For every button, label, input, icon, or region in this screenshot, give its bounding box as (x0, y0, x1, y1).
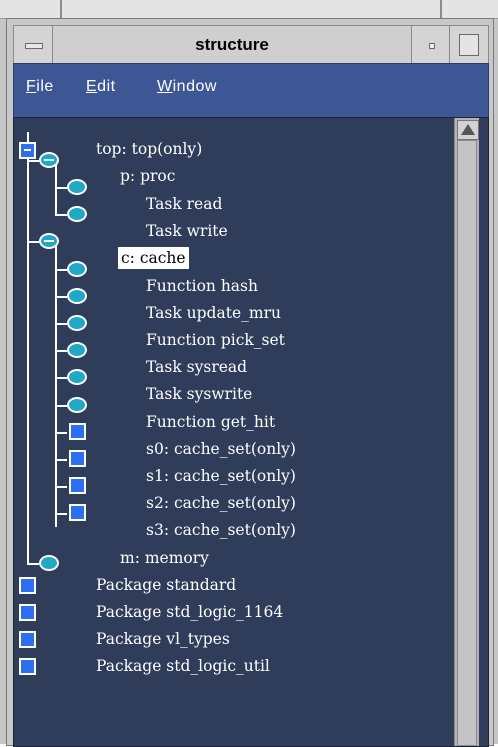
tree-node-task-update-mru[interactable]: Task update_mru (146, 302, 281, 324)
function-icon (67, 315, 87, 331)
tree-node-s0[interactable]: s0: cache_set(only) (146, 438, 296, 460)
scroll-up-button[interactable] (457, 120, 479, 140)
minimize-button[interactable] (411, 26, 450, 64)
title-bar[interactable]: structure (13, 25, 489, 65)
tree-node-s3[interactable]: s3: cache_set(only) (146, 519, 296, 541)
tree-node-function-hash[interactable]: Function hash (146, 275, 258, 297)
tree-connector (55, 377, 67, 379)
tree-node-s2[interactable]: s2: cache_set(only) (146, 492, 296, 514)
window-menu-button[interactable] (14, 26, 53, 64)
window-title: structure (195, 35, 269, 54)
tree-connector (55, 241, 57, 527)
collapse-toggle-icon[interactable] (39, 152, 59, 168)
vertical-scrollbar[interactable] (454, 118, 479, 746)
tree-node-function-pick-set[interactable]: Function pick_set (146, 329, 285, 351)
structure-window: structure File Edit Window top: top(only… (6, 18, 494, 747)
tree-node-cache[interactable]: c: cache (118, 247, 189, 269)
tree-connector (55, 459, 67, 461)
scroll-thumb[interactable] (457, 140, 477, 746)
tree-connector (27, 132, 29, 564)
tree-connector (55, 214, 67, 216)
tree-node-s1[interactable]: s1: cache_set(only) (146, 465, 296, 487)
top-ledge (0, 0, 498, 19)
ledge-notch (440, 0, 442, 18)
tree-node-memory[interactable]: m: memory (120, 547, 209, 569)
tree-connector (27, 563, 39, 565)
task-icon (67, 206, 87, 222)
function-icon (67, 397, 87, 413)
tree-connector (55, 350, 67, 352)
tree-connector (55, 269, 67, 271)
menu-file-mnemonic: F (26, 78, 37, 95)
tree-node-function-get-hit[interactable]: Function get_hit (146, 411, 275, 433)
tree-node-task-write[interactable]: Task write (146, 220, 228, 242)
tree-node-task-sysread[interactable]: Task sysread (146, 356, 247, 378)
collapse-toggle-icon[interactable] (39, 233, 59, 249)
tree-node-pkg-vl-types[interactable]: Package vl_types (96, 628, 230, 650)
package-icon[interactable] (19, 577, 36, 594)
tree-node-proc[interactable]: p: proc (120, 165, 175, 187)
instance-icon[interactable] (69, 477, 86, 494)
tree-node-task-syswrite[interactable]: Task syswrite (146, 383, 252, 405)
function-icon (67, 261, 87, 277)
tree-node-pkg-std-logic-util[interactable]: Package std_logic_util (96, 655, 270, 677)
tree-node-pkg-std-logic-1164[interactable]: Package std_logic_1164 (96, 601, 283, 623)
tree-connector (55, 323, 67, 325)
tree-connector (27, 241, 39, 243)
maximize-button[interactable] (449, 26, 488, 64)
menu-edit-mnemonic: E (86, 78, 98, 95)
instance-icon[interactable] (69, 423, 86, 440)
tree-connector (55, 405, 67, 407)
tree-connector (55, 513, 67, 515)
arrow-up-icon (461, 124, 475, 135)
package-icon[interactable] (19, 631, 36, 648)
package-icon[interactable] (19, 604, 36, 621)
task-icon (67, 342, 87, 358)
collapse-toggle-icon[interactable] (19, 142, 36, 159)
menu-window-label: indow (172, 78, 217, 95)
task-icon (67, 369, 87, 385)
tree-connector (55, 486, 67, 488)
menu-edit[interactable]: Edit (86, 78, 116, 96)
tree-connector (27, 160, 39, 162)
task-icon (67, 288, 87, 304)
task-icon (67, 179, 87, 195)
menu-file-label: ile (36, 78, 54, 95)
maximize-icon (459, 34, 479, 56)
tree-node-task-read[interactable]: Task read (146, 193, 222, 215)
minimize-icon (429, 43, 435, 49)
menu-window-mnemonic: W (157, 78, 173, 95)
menu-edit-label: dit (97, 78, 116, 95)
instance-icon[interactable] (69, 450, 86, 467)
ledge-notch (60, 0, 62, 18)
instance-icon[interactable] (69, 504, 86, 521)
tree-connector (55, 432, 67, 434)
window-menu-icon (25, 43, 43, 49)
tree-node-top[interactable]: top: top(only) (96, 138, 202, 160)
tree-connector (55, 296, 67, 298)
menu-window[interactable]: Window (157, 78, 217, 96)
structure-tree: top: top(only) p: proc Task read Task wr… (14, 118, 454, 746)
menu-file[interactable]: File (26, 78, 54, 96)
tree-node-pkg-standard[interactable]: Package standard (96, 574, 236, 596)
package-icon[interactable] (19, 658, 36, 675)
tree-connector (55, 187, 67, 189)
menu-bar: File Edit Window (13, 63, 489, 119)
instance-oval-icon (39, 555, 59, 571)
structure-tree-panel: top: top(only) p: proc Task read Task wr… (13, 117, 489, 747)
